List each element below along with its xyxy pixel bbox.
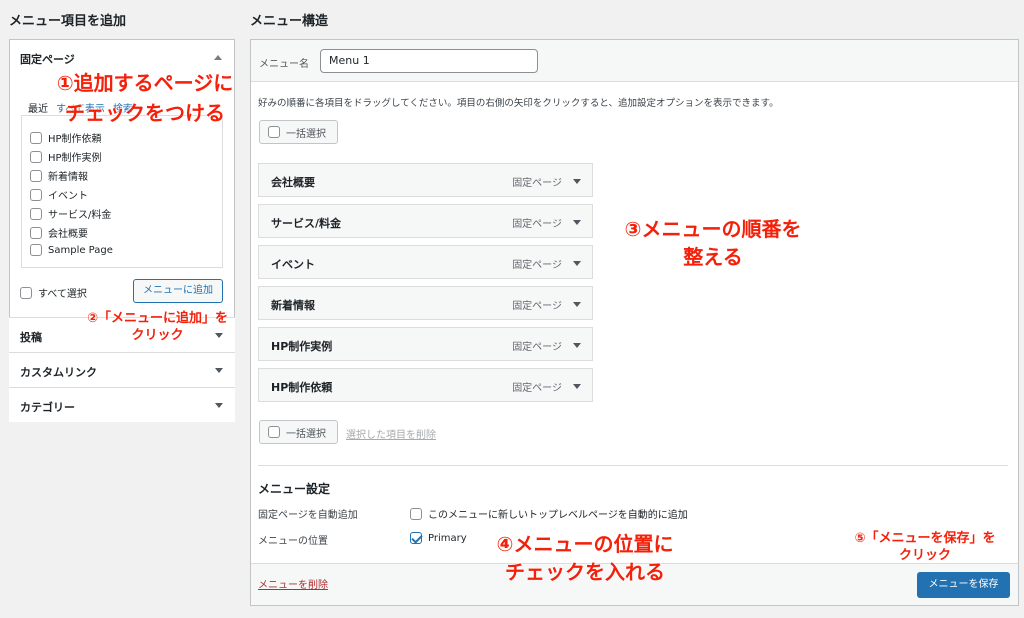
annotation-step5-line1: ⑤「メニューを保存」を	[854, 531, 996, 546]
bulk-select-button-top[interactable]: 一括選択	[259, 120, 338, 144]
auto-add-option[interactable]: このメニューに新しいトップレベルページを自動的に追加	[410, 506, 688, 521]
annotation-step2-line2: クリック	[131, 328, 184, 343]
menu-item-type: 固定ページ	[512, 383, 562, 394]
checkbox-icon[interactable]	[30, 188, 42, 201]
checkbox-icon[interactable]	[268, 126, 280, 138]
location-label: メニューの位置	[258, 536, 328, 547]
menu-item[interactable]: 会社概要 固定ページ	[258, 163, 593, 197]
auto-add-label: 固定ページを自動追加	[258, 510, 358, 521]
delete-menu-link[interactable]: メニューを削除	[258, 576, 328, 591]
section-posts-label: 投稿	[20, 331, 42, 344]
menu-item-type: 固定ページ	[512, 219, 562, 230]
instructions-text: 好みの順番に各項目をドラッグしてください。項目の右側の矢印をクリックすると、追加…	[258, 98, 779, 109]
triangle-down-icon[interactable]	[573, 220, 581, 225]
menu-item-type: 固定ページ	[512, 178, 562, 189]
menu-item-type: 固定ページ	[512, 301, 562, 312]
checkbox-icon[interactable]	[30, 169, 42, 182]
annotation-step5-line2: クリック	[898, 548, 951, 563]
triangle-down-icon[interactable]	[573, 343, 581, 348]
menu-name-input[interactable]: Menu 1	[320, 49, 538, 73]
annotation-step4-line2: チェックを入れる	[505, 560, 665, 584]
page-item-row[interactable]: Sample Page	[30, 244, 113, 256]
page-item-row[interactable]: 新着情報	[30, 168, 88, 183]
triangle-down-icon[interactable]	[573, 384, 581, 389]
page-item-label: HP制作実例	[48, 153, 102, 164]
menu-settings-heading: メニュー設定	[258, 482, 331, 496]
pages-section-title: 固定ページ	[20, 53, 75, 66]
bulk-select-button-bottom[interactable]: 一括選択	[259, 420, 338, 444]
select-all-row[interactable]: すべて選択	[20, 285, 87, 300]
menu-item-title: イベント	[271, 258, 315, 271]
annotation-step4: ④メニューの位置に チェックを入れる	[470, 530, 700, 586]
menu-item-title: HP制作依頼	[271, 381, 333, 394]
page-item-label: サービス/料金	[48, 210, 112, 221]
section-custom-links-label: カスタムリンク	[20, 366, 97, 379]
triangle-down-icon	[215, 368, 223, 373]
page-item-row[interactable]: HP制作依頼	[30, 130, 102, 145]
bulk-select-label: 一括選択	[286, 428, 326, 440]
section-categories[interactable]: カテゴリー	[9, 387, 235, 422]
triangle-down-icon[interactable]	[573, 179, 581, 184]
annotation-step2: ②「メニューに追加」を クリック	[60, 310, 255, 344]
annotation-step2-line1: ②「メニューに追加」を	[86, 311, 228, 326]
section-custom-links[interactable]: カスタムリンク	[9, 352, 235, 387]
triangle-down-icon[interactable]	[573, 302, 581, 307]
page-item-row[interactable]: HP制作実例	[30, 149, 102, 164]
location-primary-option[interactable]: Primary	[410, 532, 467, 544]
divider	[258, 465, 1008, 466]
menu-item[interactable]: イベント 固定ページ	[258, 245, 593, 279]
add-to-menu-button[interactable]: メニューに追加	[133, 279, 223, 303]
page-item-label: HP制作依頼	[48, 134, 102, 145]
annotation-step3-line2: 整える	[683, 245, 743, 269]
select-all-label: すべて選択	[38, 289, 87, 300]
delete-selected-link[interactable]: 選択した項目を削除	[346, 426, 436, 441]
checkbox-icon[interactable]	[30, 244, 42, 256]
checkbox-icon[interactable]	[30, 131, 42, 144]
page-item-label: Sample Page	[48, 244, 113, 256]
triangle-down-icon[interactable]	[573, 261, 581, 266]
menu-item-title: HP制作実例	[271, 340, 333, 353]
section-categories-label: カテゴリー	[20, 401, 75, 414]
add-menu-items-heading: メニュー項目を追加	[9, 14, 127, 29]
page-item-label: 新着情報	[48, 172, 88, 183]
auto-add-option-label: このメニューに新しいトップレベルページを自動的に追加	[428, 510, 688, 521]
annotation-step1-line1: ①追加するページに	[56, 71, 234, 95]
annotation-step1-line2: チェックをつける	[65, 101, 225, 125]
menu-name-label: メニュー名	[259, 59, 309, 70]
save-menu-button[interactable]: メニューを保存	[917, 572, 1010, 598]
menu-item[interactable]: HP制作依頼 固定ページ	[258, 368, 593, 402]
annotation-step5: ⑤「メニューを保存」を クリック	[830, 530, 1020, 564]
annotation-step4-line1: ④メニューの位置に	[496, 532, 674, 556]
menu-item-title: サービス/料金	[271, 217, 342, 230]
checkbox-icon[interactable]	[30, 207, 42, 220]
bulk-select-label: 一括選択	[286, 128, 326, 140]
menu-structure-heading: メニュー構造	[250, 14, 329, 29]
page-item-label: 会社概要	[48, 229, 88, 240]
menu-item[interactable]: 新着情報 固定ページ	[258, 286, 593, 320]
location-primary-label: Primary	[428, 532, 467, 544]
page-item-row[interactable]: イベント	[30, 187, 88, 202]
page-item-row[interactable]: 会社概要	[30, 225, 88, 240]
menu-item[interactable]: HP制作実例 固定ページ	[258, 327, 593, 361]
page-item-label: イベント	[48, 191, 88, 202]
checkbox-icon[interactable]	[410, 507, 422, 520]
menu-item-title: 会社概要	[271, 176, 315, 189]
menu-item[interactable]: サービス/料金 固定ページ	[258, 204, 593, 238]
checkmark-icon[interactable]	[410, 532, 422, 544]
checkbox-icon[interactable]	[268, 426, 280, 438]
checkbox-icon[interactable]	[20, 286, 32, 299]
checkbox-icon[interactable]	[30, 226, 42, 239]
menu-item-type: 固定ページ	[512, 260, 562, 271]
annotation-step1: ①追加するページに チェックをつける	[40, 68, 250, 128]
annotation-step3: ③メニューの順番を 整える	[598, 215, 828, 271]
triangle-down-icon	[215, 403, 223, 408]
menu-item-title: 新着情報	[271, 299, 315, 312]
page-item-row[interactable]: サービス/料金	[30, 206, 111, 221]
triangle-up-icon	[214, 55, 222, 60]
annotation-step3-line1: ③メニューの順番を	[624, 217, 802, 241]
menu-item-type: 固定ページ	[512, 342, 562, 353]
checkbox-icon[interactable]	[30, 150, 42, 163]
